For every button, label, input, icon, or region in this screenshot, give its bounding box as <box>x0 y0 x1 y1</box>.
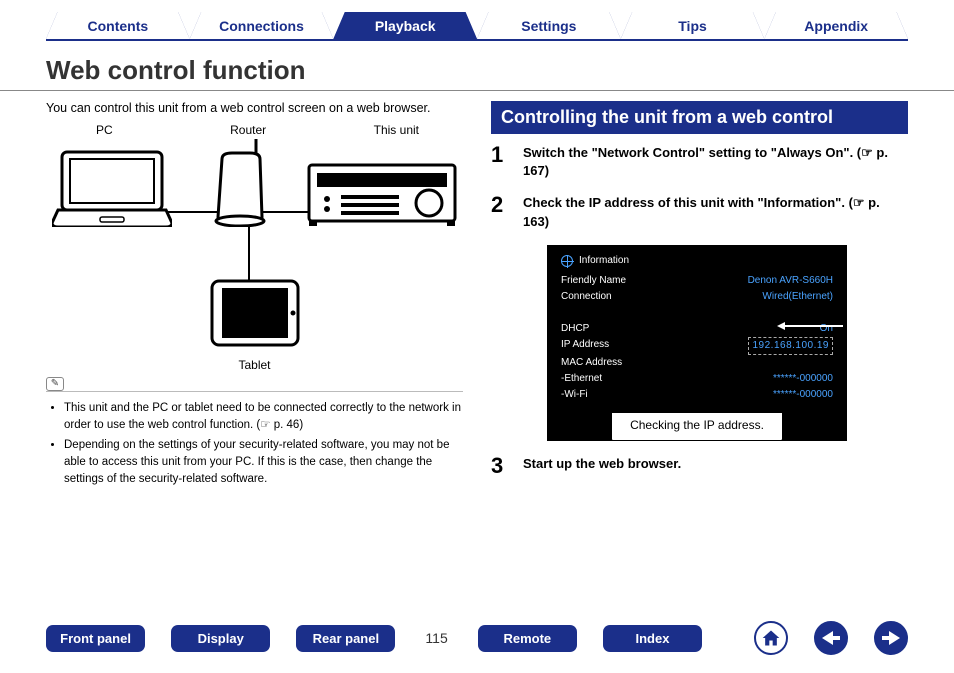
info-key: Connection <box>561 289 612 305</box>
tab-appendix[interactable]: Appendix <box>764 12 908 39</box>
section-heading: Controlling the unit from a web control <box>491 101 908 134</box>
info-key: -Wi-Fi <box>561 387 588 403</box>
step-text: Switch the "Network Control" setting to … <box>523 144 908 180</box>
tab-label: Contents <box>88 18 149 34</box>
pencil-icon: ✎ <box>46 377 64 391</box>
right-column: Controlling the unit from a web control … <box>491 101 908 491</box>
info-header: Information <box>579 255 629 266</box>
top-tabs: Contents Connections Playback Settings T… <box>0 0 954 39</box>
step-number: 3 <box>491 455 511 477</box>
tablet-icon <box>210 279 300 349</box>
step-text: Start up the web browser. <box>523 455 681 477</box>
tab-tips[interactable]: Tips <box>621 12 765 39</box>
info-key: MAC Address <box>561 355 622 371</box>
receiver-icon <box>307 163 457 227</box>
link-front-panel[interactable]: Front panel <box>46 625 145 652</box>
page-number: 115 <box>421 630 451 646</box>
home-icon[interactable] <box>754 621 788 655</box>
step-2: 2 Check the IP address of this unit with… <box>491 194 908 230</box>
link-rear-panel[interactable]: Rear panel <box>296 625 395 652</box>
tab-settings[interactable]: Settings <box>477 12 621 39</box>
info-key: -Ethernet <box>561 371 602 387</box>
info-val-ip: 192.168.100.19 <box>748 337 833 355</box>
info-val: On <box>820 321 833 337</box>
step-number: 1 <box>491 144 511 180</box>
intro-text: You can control this unit from a web con… <box>46 101 463 115</box>
link-remote[interactable]: Remote <box>478 625 577 652</box>
info-val: ******-000000 <box>773 387 833 403</box>
info-val: Denon AVR-S660H <box>748 273 833 289</box>
info-key: IP Address <box>561 337 609 355</box>
label-pc: PC <box>96 123 113 137</box>
step-number: 2 <box>491 194 511 230</box>
link-index[interactable]: Index <box>603 625 702 652</box>
label-tablet: Tablet <box>46 358 463 372</box>
body-columns: You can control this unit from a web con… <box>0 101 954 491</box>
tab-label: Connections <box>219 18 304 34</box>
link-display[interactable]: Display <box>171 625 270 652</box>
step-3: 3 Start up the web browser. <box>491 455 908 477</box>
footer-nav: Front panel Display Rear panel 115 Remot… <box>0 621 954 655</box>
page-title: Web control function <box>0 51 954 91</box>
tab-label: Appendix <box>804 18 868 34</box>
step-text: Check the IP address of this unit with "… <box>523 194 908 230</box>
info-caption: Checking the IP address. <box>611 413 783 441</box>
label-router: Router <box>230 123 266 137</box>
pc-icon <box>52 147 172 227</box>
info-key: DHCP <box>561 321 589 337</box>
left-column: You can control this unit from a web con… <box>46 101 463 491</box>
note-item: This unit and the PC or tablet need to b… <box>64 400 463 433</box>
label-unit: This unit <box>374 123 419 137</box>
next-page-icon[interactable] <box>874 621 908 655</box>
tab-playback[interactable]: Playback <box>333 12 477 39</box>
tab-label: Settings <box>521 18 576 34</box>
network-diagram: PC Router This unit <box>46 123 463 383</box>
tab-connections[interactable]: Connections <box>190 12 334 39</box>
info-key: Friendly Name <box>561 273 626 289</box>
note-block: ✎ This unit and the PC or tablet need to… <box>46 391 463 487</box>
prev-page-icon[interactable] <box>814 621 848 655</box>
tab-underline <box>46 39 908 41</box>
information-screenshot: Information Friendly Name Denon AVR-S660H… <box>547 245 847 441</box>
tab-contents[interactable]: Contents <box>46 12 190 39</box>
globe-icon <box>561 255 573 267</box>
tab-label: Tips <box>678 18 707 34</box>
info-val: Wired(Ethernet) <box>762 289 833 305</box>
note-item: Depending on the settings of your securi… <box>64 437 463 487</box>
tab-label: Playback <box>375 18 436 34</box>
router-icon <box>212 139 268 227</box>
pointer-arrow <box>783 325 843 327</box>
step-1: 1 Switch the "Network Control" setting t… <box>491 144 908 180</box>
info-val: ******-000000 <box>773 371 833 387</box>
